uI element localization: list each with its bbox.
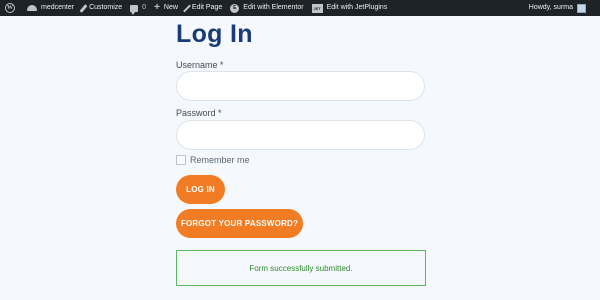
new-label: New: [163, 4, 178, 11]
site-name-label: medcenter: [41, 4, 75, 11]
password-input[interactable]: [176, 120, 425, 150]
comments-count: 0: [142, 4, 147, 11]
remember-me-checkbox[interactable]: [176, 155, 186, 165]
remember-me-label: Remember me: [190, 155, 250, 165]
edit-elementor-link[interactable]: E Edit with Elementor: [226, 0, 307, 16]
edit-jetplugins-link[interactable]: JET Edit with JetPlugins: [308, 0, 392, 16]
admin-bar: W medcenter Customize 0 + New Edit Page …: [0, 0, 600, 16]
brush-icon: [79, 3, 88, 13]
edit-elementor-label: Edit with Elementor: [243, 4, 304, 11]
customize-label: Customize: [89, 4, 123, 11]
plus-icon: +: [154, 2, 160, 13]
comments-link[interactable]: 0: [126, 0, 150, 16]
elementor-icon: E: [230, 3, 240, 13]
my-account-link[interactable]: Howdy, surma: [525, 0, 600, 16]
customize-link[interactable]: Customize: [78, 0, 126, 16]
forgot-password-button[interactable]: FORGOT YOUR PASSWORD?: [176, 209, 303, 238]
remember-me-row[interactable]: Remember me: [176, 155, 250, 165]
username-label: Username *: [176, 60, 224, 70]
avatar: [577, 3, 586, 13]
success-message-text: Form successfully submitted.: [249, 263, 353, 273]
jetplugins-icon: JET: [311, 3, 323, 13]
edit-page-link[interactable]: Edit Page: [182, 0, 226, 16]
page-title: Log In: [176, 20, 253, 48]
wordpress-icon: W: [5, 3, 15, 13]
login-button[interactable]: LOG IN: [176, 175, 225, 204]
edit-page-label: Edit Page: [191, 4, 223, 11]
success-message: Form successfully submitted.: [176, 250, 426, 286]
password-label: Password *: [176, 108, 222, 118]
comment-icon: [130, 4, 139, 15]
home-icon: [27, 4, 37, 12]
greeting-label: Howdy, surma: [528, 4, 573, 11]
wordpress-menu[interactable]: W: [0, 0, 23, 16]
edit-jetplugins-label: Edit with JetPlugins: [326, 4, 388, 11]
username-input[interactable]: [176, 71, 425, 101]
site-name-link[interactable]: medcenter: [23, 0, 78, 16]
new-content-link[interactable]: + New: [150, 0, 182, 16]
pencil-icon: [183, 4, 191, 12]
